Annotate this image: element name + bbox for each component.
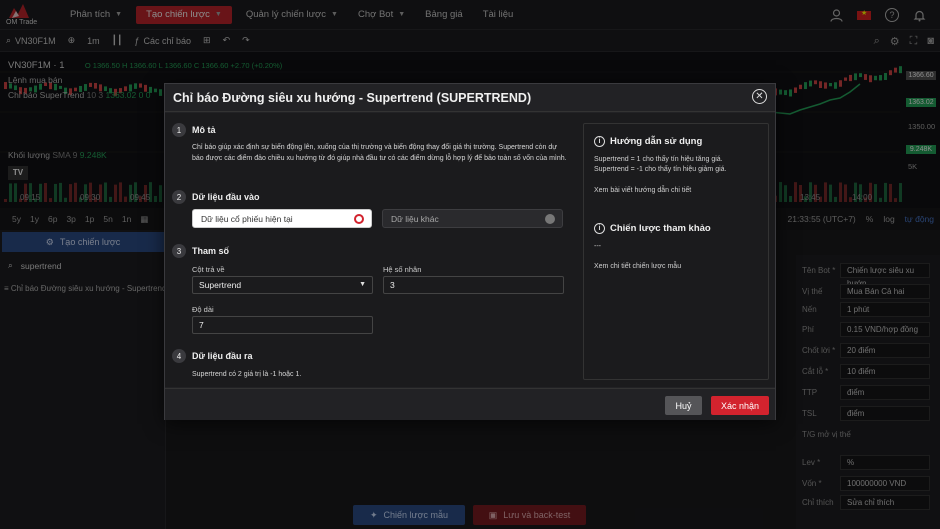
guide-line-2: Supertrend = -1 cho thấy tín hiệu giảm g…	[594, 166, 727, 173]
close-icon[interactable]: ✕	[752, 89, 767, 104]
strategy-heading: i Chiến lược tham khảo	[594, 223, 711, 234]
option-label: Dữ liệu khác	[391, 213, 439, 224]
modal-title: Chỉ báo Đường siêu xu hướng - Supertrend…	[165, 84, 775, 112]
step-title-description: Mô tả	[192, 125, 216, 135]
step-title-params: Tham số	[192, 246, 230, 256]
step-number: 3	[172, 244, 186, 258]
input-other-option[interactable]: Dữ liệu khác	[382, 209, 563, 228]
select-value: Supertrend	[199, 280, 242, 290]
modal-body: 1 Mô tả Chỉ báo giúp xác định sự biến độ…	[165, 113, 775, 387]
return-column-label: Cột trả về	[192, 265, 225, 274]
modal-footer: Huỷ Xác nhận	[165, 388, 775, 420]
info-icon: i	[594, 136, 605, 147]
step-number: 1	[172, 123, 186, 137]
strategy-title: Chiến lược tham khảo	[610, 223, 711, 234]
confirm-button[interactable]: Xác nhận	[711, 396, 769, 415]
guide-link[interactable]: Xem bài viết hướng dẫn chi tiết	[594, 186, 691, 196]
strategy-dash: ---	[594, 243, 601, 250]
strategy-link[interactable]: Xem chi tiết chiến lược mẫu	[594, 262, 681, 272]
multiplier-input[interactable]: 3	[383, 276, 564, 294]
input-current-option[interactable]: Dữ liệu cổ phiếu hiện tại	[192, 209, 372, 228]
step-number: 4	[172, 349, 186, 363]
indicator-modal: Chỉ báo Đường siêu xu hướng - Supertrend…	[164, 83, 776, 420]
step-number: 2	[172, 190, 186, 204]
guide-panel: i Hướng dẫn sử dụng Supertrend = 1 cho t…	[583, 123, 769, 380]
guide-title: Hướng dẫn sử dụng	[610, 136, 703, 147]
multiplier-label: Hệ số nhân	[383, 265, 422, 274]
option-label: Dữ liệu cổ phiếu hiện tại	[201, 213, 293, 224]
caret-down-icon: ▼	[359, 281, 366, 288]
length-label: Độ dài	[192, 305, 214, 314]
guide-heading: i Hướng dẫn sử dụng	[594, 136, 702, 147]
output-text: Supertrend có 2 giá trị là -1 hoặc 1.	[192, 371, 302, 378]
guide-line-1: Supertrend = 1 cho thấy tín hiệu tăng gi…	[594, 156, 723, 163]
cancel-button[interactable]: Huỷ	[665, 396, 702, 415]
step-title-input: Dữ liệu đầu vào	[192, 192, 260, 202]
step-title-output: Dữ liệu đầu ra	[192, 351, 253, 361]
radio-selected-icon	[354, 214, 364, 224]
radio-unselected-icon	[545, 214, 555, 224]
info-icon: i	[594, 223, 605, 234]
return-column-select[interactable]: Supertrend ▼	[192, 276, 373, 294]
description-text: Chỉ báo giúp xác định sự biến động lên, …	[192, 144, 567, 162]
length-input[interactable]: 7	[192, 316, 373, 334]
